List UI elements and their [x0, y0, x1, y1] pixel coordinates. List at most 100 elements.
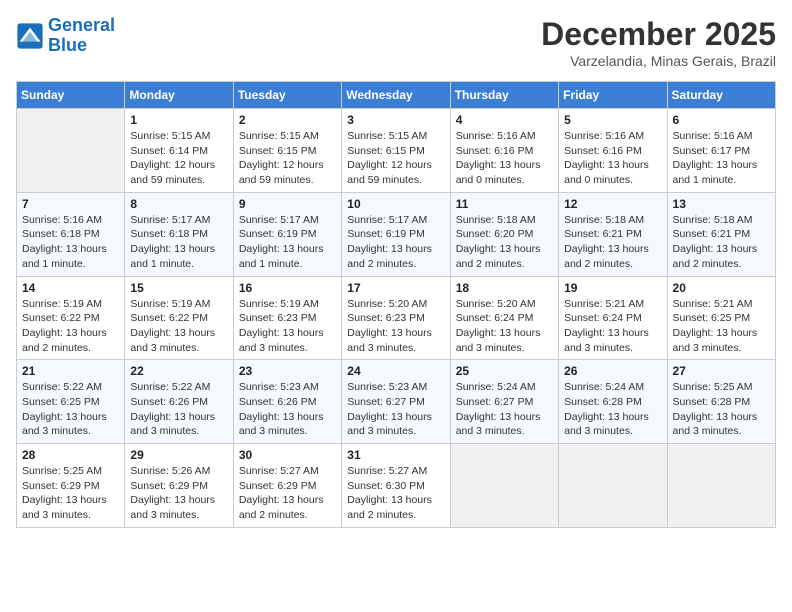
day-info: Sunrise: 5:27 AM Sunset: 6:30 PM Dayligh… [347, 464, 444, 523]
day-info: Sunrise: 5:18 AM Sunset: 6:20 PM Dayligh… [456, 213, 553, 272]
calendar-cell [450, 444, 558, 528]
day-number: 27 [673, 364, 770, 378]
day-number: 25 [456, 364, 553, 378]
calendar-cell: 14 Sunrise: 5:19 AM Sunset: 6:22 PM Dayli… [17, 276, 125, 360]
day-number: 11 [456, 197, 553, 211]
day-number: 16 [239, 281, 336, 295]
calendar-cell [559, 444, 667, 528]
calendar-week-5: 28Sunrise: 5:25 AM Sunset: 6:29 PM Dayli… [17, 444, 776, 528]
calendar-cell: 11 Sunrise: 5:18 AM Sunset: 6:20 PM Dayli… [450, 192, 558, 276]
day-info: Sunrise: 5:22 AM Sunset: 6:26 PM Dayligh… [130, 380, 227, 439]
calendar-cell: 3 Sunrise: 5:15 AM Sunset: 6:15 PM Daylig… [342, 109, 450, 193]
calendar-cell: 23 Sunrise: 5:23 AM Sunset: 6:26 PM Dayli… [233, 360, 341, 444]
calendar-cell: 8Sunrise: 5:17 AM Sunset: 6:18 PM Daylig… [125, 192, 233, 276]
day-info: Sunrise: 5:17 AM Sunset: 6:19 PM Dayligh… [347, 213, 444, 272]
calendar-cell: 12 Sunrise: 5:18 AM Sunset: 6:21 PM Dayli… [559, 192, 667, 276]
calendar-week-1: 1Sunrise: 5:15 AM Sunset: 6:14 PM Daylig… [17, 109, 776, 193]
day-info: Sunrise: 5:27 AM Sunset: 6:29 PM Dayligh… [239, 464, 336, 523]
calendar-cell: 4 Sunrise: 5:16 AM Sunset: 6:16 PM Daylig… [450, 109, 558, 193]
calendar-cell [17, 109, 125, 193]
day-info: Sunrise: 5:23 AM Sunset: 6:27 PM Dayligh… [347, 380, 444, 439]
logo-text: General Blue [48, 16, 115, 56]
calendar-cell: 20Sunrise: 5:21 AM Sunset: 6:25 PM Dayli… [667, 276, 775, 360]
day-number: 21 [22, 364, 119, 378]
calendar-cell: 22 Sunrise: 5:22 AM Sunset: 6:26 PM Dayli… [125, 360, 233, 444]
calendar-week-2: 7 Sunrise: 5:16 AM Sunset: 6:18 PM Daylig… [17, 192, 776, 276]
col-wednesday: Wednesday [342, 82, 450, 109]
day-number: 14 [22, 281, 119, 295]
day-info: Sunrise: 5:19 AM Sunset: 6:22 PM Dayligh… [22, 297, 119, 356]
day-info: Sunrise: 5:18 AM Sunset: 6:21 PM Dayligh… [673, 213, 770, 272]
calendar-cell: 24 Sunrise: 5:23 AM Sunset: 6:27 PM Dayli… [342, 360, 450, 444]
calendar-cell: 10Sunrise: 5:17 AM Sunset: 6:19 PM Dayli… [342, 192, 450, 276]
calendar-cell: 25Sunrise: 5:24 AM Sunset: 6:27 PM Dayli… [450, 360, 558, 444]
calendar-cell: 17 Sunrise: 5:20 AM Sunset: 6:23 PM Dayli… [342, 276, 450, 360]
logo-line1: General [48, 15, 115, 35]
col-saturday: Saturday [667, 82, 775, 109]
calendar-cell: 7 Sunrise: 5:16 AM Sunset: 6:18 PM Daylig… [17, 192, 125, 276]
day-number: 13 [673, 197, 770, 211]
calendar-cell [667, 444, 775, 528]
day-number: 26 [564, 364, 661, 378]
day-info: Sunrise: 5:24 AM Sunset: 6:28 PM Dayligh… [564, 380, 661, 439]
day-info: Sunrise: 5:16 AM Sunset: 6:17 PM Dayligh… [673, 129, 770, 188]
calendar-cell: 28Sunrise: 5:25 AM Sunset: 6:29 PM Dayli… [17, 444, 125, 528]
day-number: 17 [347, 281, 444, 295]
day-number: 31 [347, 448, 444, 462]
day-number: 1 [130, 113, 227, 127]
calendar-cell: 6 Sunrise: 5:16 AM Sunset: 6:17 PM Daylig… [667, 109, 775, 193]
calendar-cell: 27Sunrise: 5:25 AM Sunset: 6:28 PM Dayli… [667, 360, 775, 444]
calendar-cell: 1Sunrise: 5:15 AM Sunset: 6:14 PM Daylig… [125, 109, 233, 193]
title-area: December 2025 Varzelandia, Minas Gerais,… [541, 16, 776, 69]
day-number: 20 [673, 281, 770, 295]
calendar-cell: 30 Sunrise: 5:27 AM Sunset: 6:29 PM Dayli… [233, 444, 341, 528]
day-info: Sunrise: 5:23 AM Sunset: 6:26 PM Dayligh… [239, 380, 336, 439]
day-info: Sunrise: 5:15 AM Sunset: 6:15 PM Dayligh… [347, 129, 444, 188]
day-info: Sunrise: 5:21 AM Sunset: 6:24 PM Dayligh… [564, 297, 661, 356]
day-info: Sunrise: 5:15 AM Sunset: 6:15 PM Dayligh… [239, 129, 336, 188]
day-info: Sunrise: 5:16 AM Sunset: 6:18 PM Dayligh… [22, 213, 119, 272]
day-number: 9 [239, 197, 336, 211]
calendar-cell: 31 Sunrise: 5:27 AM Sunset: 6:30 PM Dayli… [342, 444, 450, 528]
day-number: 29 [130, 448, 227, 462]
logo: General Blue [16, 16, 115, 56]
day-info: Sunrise: 5:19 AM Sunset: 6:22 PM Dayligh… [130, 297, 227, 356]
day-number: 30 [239, 448, 336, 462]
day-info: Sunrise: 5:20 AM Sunset: 6:23 PM Dayligh… [347, 297, 444, 356]
day-number: 4 [456, 113, 553, 127]
day-info: Sunrise: 5:16 AM Sunset: 6:16 PM Dayligh… [564, 129, 661, 188]
col-tuesday: Tuesday [233, 82, 341, 109]
day-number: 24 [347, 364, 444, 378]
calendar-header: Sunday Monday Tuesday Wednesday Thursday… [17, 82, 776, 109]
day-info: Sunrise: 5:16 AM Sunset: 6:16 PM Dayligh… [456, 129, 553, 188]
day-number: 8 [130, 197, 227, 211]
day-number: 7 [22, 197, 119, 211]
day-info: Sunrise: 5:22 AM Sunset: 6:25 PM Dayligh… [22, 380, 119, 439]
day-number: 12 [564, 197, 661, 211]
calendar-table: Sunday Monday Tuesday Wednesday Thursday… [16, 81, 776, 528]
day-number: 2 [239, 113, 336, 127]
day-info: Sunrise: 5:18 AM Sunset: 6:21 PM Dayligh… [564, 213, 661, 272]
day-number: 23 [239, 364, 336, 378]
day-info: Sunrise: 5:26 AM Sunset: 6:29 PM Dayligh… [130, 464, 227, 523]
calendar-cell: 2 Sunrise: 5:15 AM Sunset: 6:15 PM Daylig… [233, 109, 341, 193]
day-info: Sunrise: 5:25 AM Sunset: 6:29 PM Dayligh… [22, 464, 119, 523]
calendar-week-3: 14 Sunrise: 5:19 AM Sunset: 6:22 PM Dayli… [17, 276, 776, 360]
calendar-week-4: 21 Sunrise: 5:22 AM Sunset: 6:25 PM Dayli… [17, 360, 776, 444]
header-row: Sunday Monday Tuesday Wednesday Thursday… [17, 82, 776, 109]
day-number: 6 [673, 113, 770, 127]
calendar-cell: 13 Sunrise: 5:18 AM Sunset: 6:21 PM Dayli… [667, 192, 775, 276]
calendar-cell: 9Sunrise: 5:17 AM Sunset: 6:19 PM Daylig… [233, 192, 341, 276]
calendar-cell: 15 Sunrise: 5:19 AM Sunset: 6:22 PM Dayli… [125, 276, 233, 360]
calendar-cell: 18Sunrise: 5:20 AM Sunset: 6:24 PM Dayli… [450, 276, 558, 360]
calendar-cell: 29 Sunrise: 5:26 AM Sunset: 6:29 PM Dayli… [125, 444, 233, 528]
day-number: 3 [347, 113, 444, 127]
col-monday: Monday [125, 82, 233, 109]
page-header: General Blue December 2025 Varzelandia, … [16, 16, 776, 69]
day-number: 5 [564, 113, 661, 127]
logo-line2: Blue [48, 35, 87, 55]
day-number: 15 [130, 281, 227, 295]
calendar-cell: 5 Sunrise: 5:16 AM Sunset: 6:16 PM Daylig… [559, 109, 667, 193]
location-title: Varzelandia, Minas Gerais, Brazil [541, 53, 776, 69]
day-number: 22 [130, 364, 227, 378]
